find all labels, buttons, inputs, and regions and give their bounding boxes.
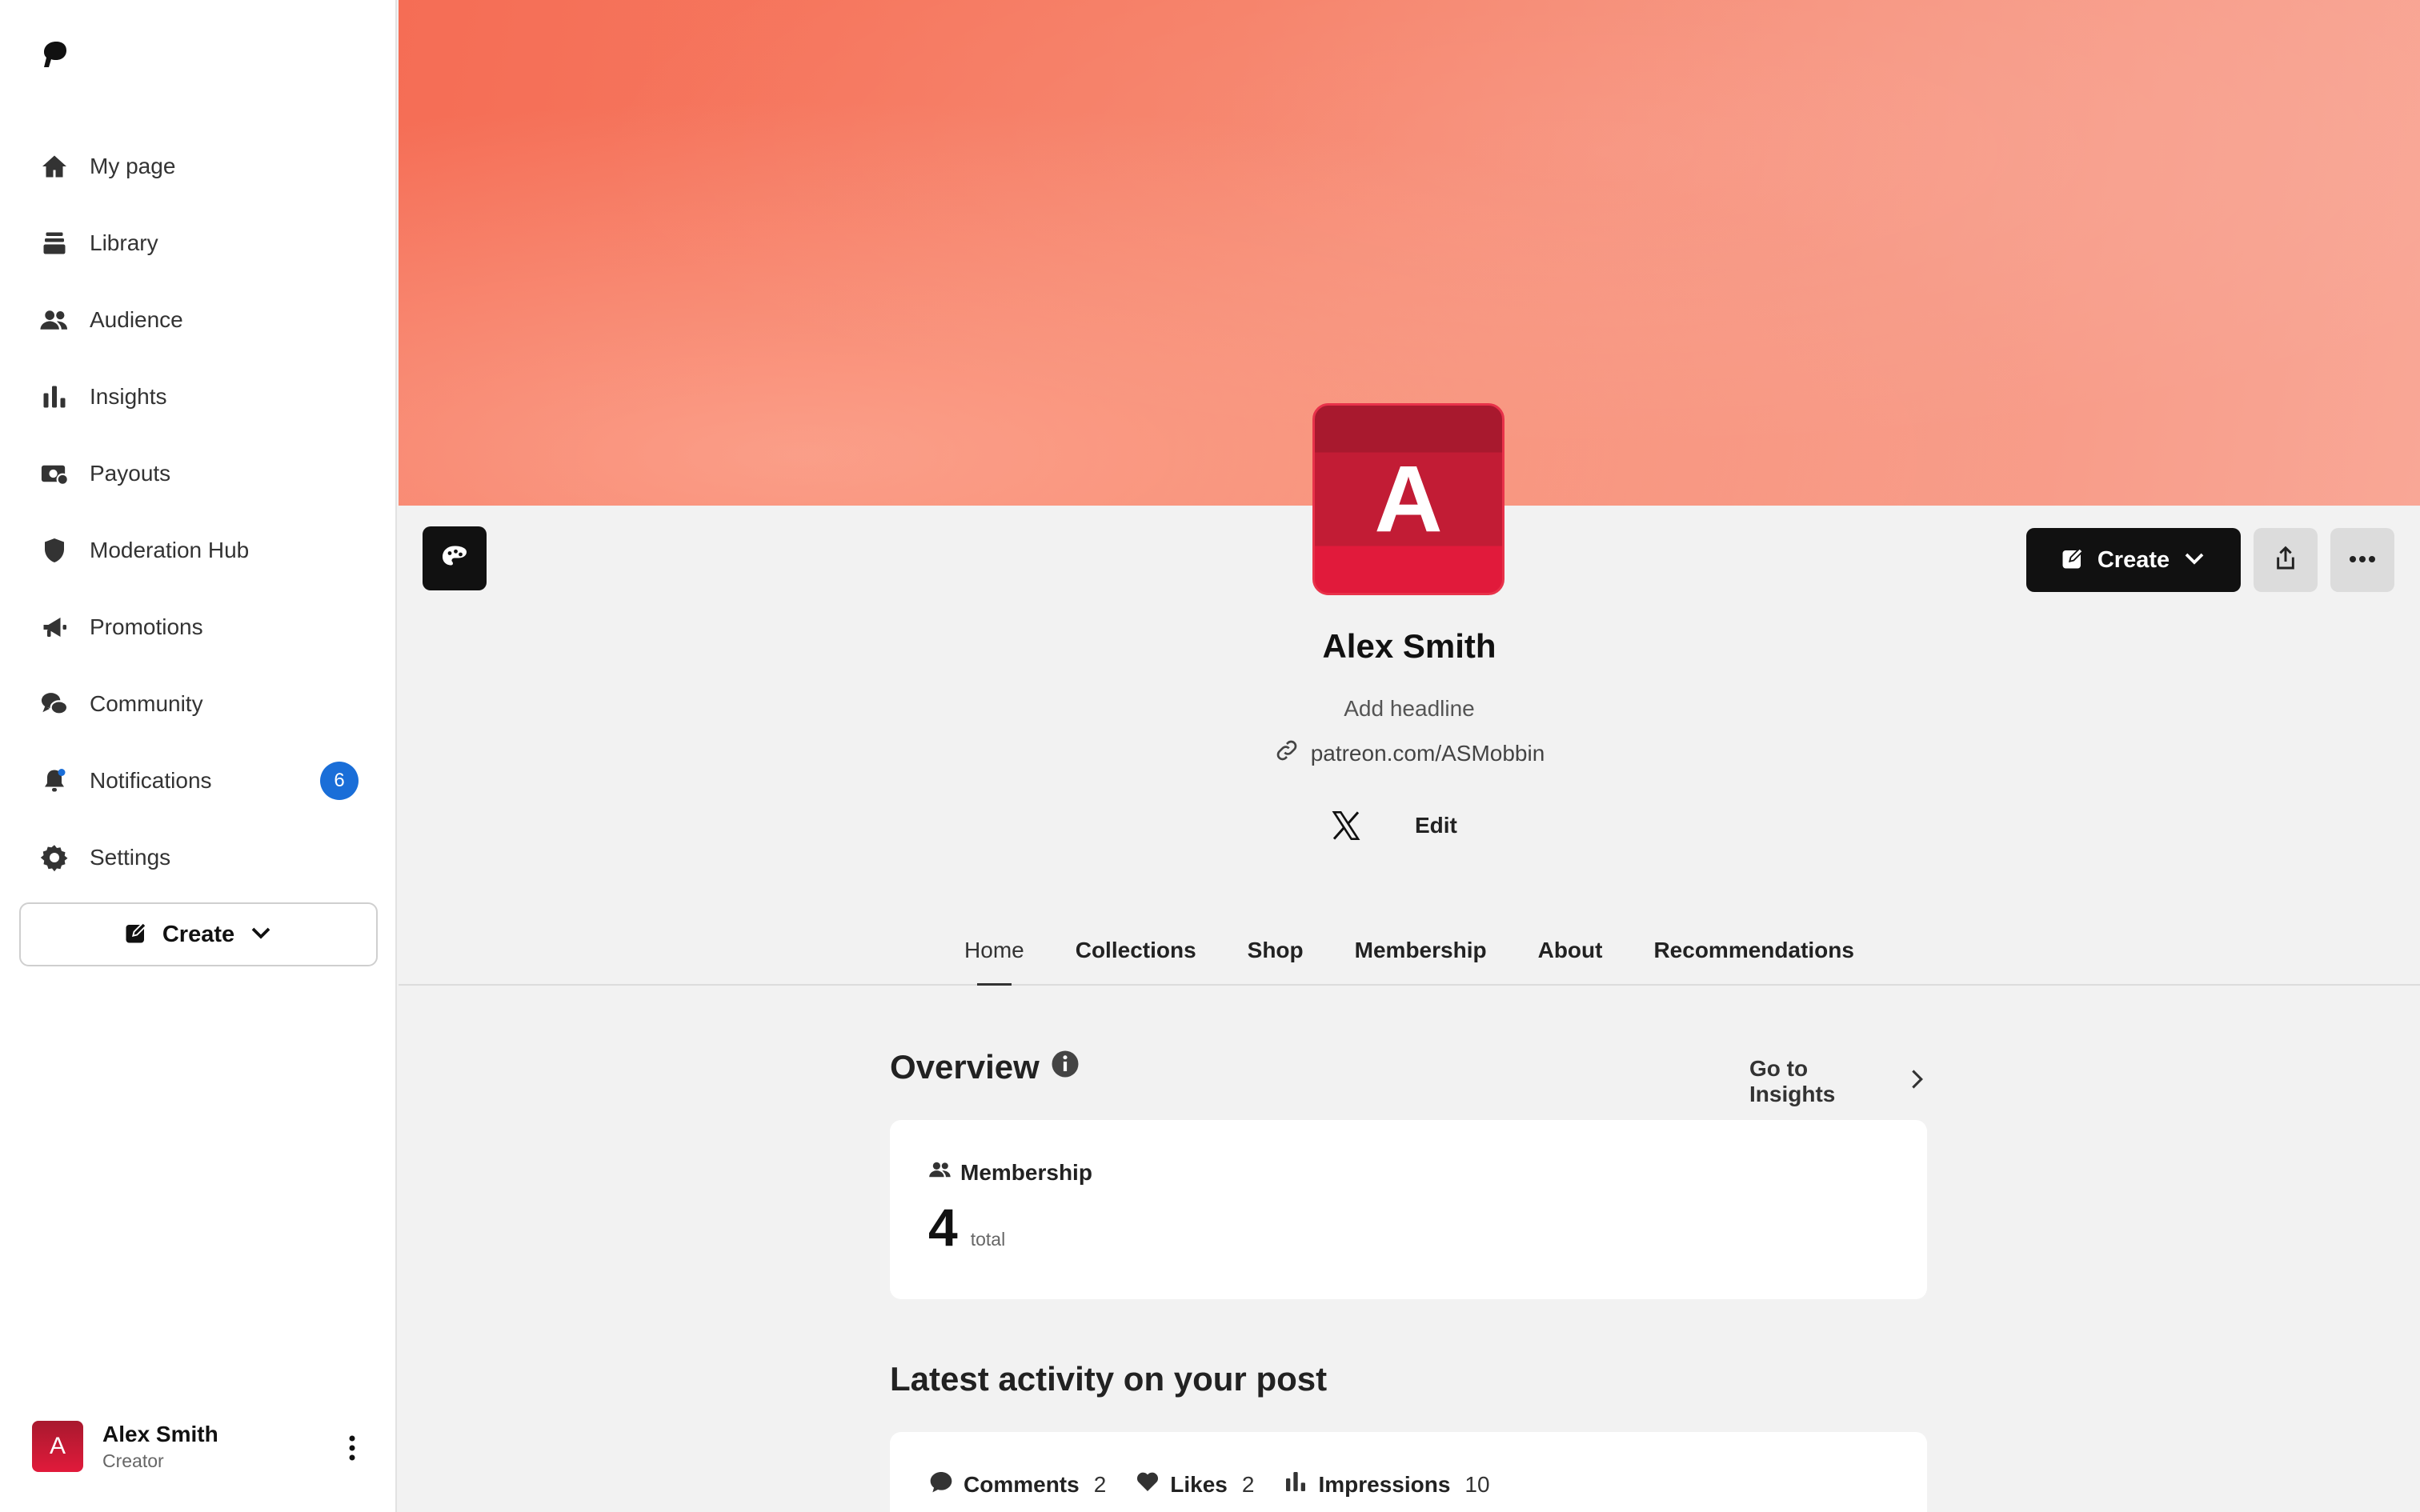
tab-collections[interactable]: Collections	[1076, 925, 1196, 984]
add-headline-link[interactable]: Add headline	[399, 696, 2420, 722]
profile-name: Alex Smith	[1322, 627, 1496, 665]
impressions-count: 10	[1464, 1471, 1490, 1497]
sidebar-item-insights[interactable]: Insights	[0, 358, 397, 435]
sidebar-item-label: Audience	[90, 307, 183, 332]
more-vertical-icon[interactable]	[336, 1432, 368, 1464]
compose-icon	[124, 921, 148, 949]
more-options-button[interactable]	[2330, 528, 2394, 592]
notification-count-badge: 6	[320, 762, 359, 800]
home-icon	[38, 150, 70, 182]
comments-label: Comments	[964, 1471, 1080, 1497]
chevron-down-icon	[2182, 546, 2206, 574]
patreon-logo-icon[interactable]	[38, 38, 70, 70]
user-name: Alex Smith	[102, 1421, 218, 1446]
membership-total: 4 total	[928, 1197, 1005, 1258]
profile-tabs: Home Collections Shop Membership About R…	[399, 925, 2420, 986]
latest-activity-card[interactable]: Comments 2 Likes 2 Impressions 10	[890, 1432, 1927, 1512]
bell-icon	[38, 765, 70, 797]
link-icon	[1274, 738, 1300, 769]
sidebar-item-settings[interactable]: Settings	[0, 819, 397, 896]
profile-url-link[interactable]: patreon.com/ASMobbin	[399, 738, 2420, 769]
theme-palette-button[interactable]	[423, 526, 487, 590]
info-icon[interactable]	[1051, 1048, 1080, 1086]
sidebar-item-label: Community	[90, 691, 203, 716]
user-role: Creator	[102, 1450, 164, 1471]
shield-icon	[38, 534, 70, 566]
sidebar-nav: My page Library Audience Insights Payout…	[0, 128, 397, 896]
comments-count: 2	[1093, 1471, 1107, 1497]
sidebar-item-promotions[interactable]: Promotions	[0, 589, 397, 666]
megaphone-icon	[38, 611, 70, 643]
membership-card-header: Membership	[928, 1158, 1092, 1186]
profile-url: patreon.com/ASMobbin	[1310, 740, 1545, 766]
overview-title: Overview	[890, 1048, 1040, 1086]
compose-icon	[2061, 546, 2085, 574]
avatar: A	[32, 1421, 83, 1472]
more-horizontal-icon	[2349, 553, 2376, 567]
create-label: Create	[2097, 546, 2170, 573]
overview-heading: Overview	[890, 1048, 1080, 1086]
comment-icon	[928, 1469, 954, 1500]
profile-avatar[interactable]: A	[1312, 403, 1504, 595]
audience-icon	[928, 1158, 952, 1186]
chevron-right-icon	[1908, 1068, 1925, 1096]
bar-chart-icon	[1283, 1469, 1308, 1500]
sidebar-item-label: My page	[90, 154, 176, 178]
impressions-label: Impressions	[1318, 1471, 1451, 1497]
likes-stat: Likes 2	[1135, 1469, 1254, 1500]
go-to-insights-label: Go to Insights	[1749, 1056, 1836, 1106]
sidebar-item-label: Moderation Hub	[90, 538, 250, 562]
likes-label: Likes	[1170, 1471, 1228, 1497]
bar-chart-icon	[38, 381, 70, 413]
main-content: A Create Alex Smith Add headline patreon…	[399, 0, 2420, 1512]
social-links: Edit	[1327, 806, 1457, 845]
sidebar-item-payouts[interactable]: Payouts	[0, 435, 397, 512]
share-button[interactable]	[2254, 528, 2318, 592]
sidebar-item-label: Insights	[90, 384, 167, 409]
sidebar-item-my-page[interactable]: My page	[0, 128, 397, 205]
library-icon	[38, 227, 70, 259]
sidebar-item-label: Library	[90, 230, 158, 255]
sidebar-item-label: Promotions	[90, 614, 203, 639]
palette-icon	[440, 542, 469, 575]
tab-home[interactable]: Home	[964, 925, 1024, 986]
gear-icon	[38, 842, 70, 874]
sidebar-item-label: Notifications	[90, 768, 212, 793]
latest-activity-heading: Latest activity on your post	[890, 1360, 1328, 1398]
share-icon	[2273, 546, 2298, 575]
sidebar: My page Library Audience Insights Payout…	[0, 0, 397, 1512]
sidebar-item-audience[interactable]: Audience	[0, 282, 397, 358]
membership-card: Membership 4 total	[890, 1120, 1927, 1299]
x-twitter-icon[interactable]	[1327, 806, 1365, 845]
chat-bubbles-icon	[38, 688, 70, 720]
membership-label: Membership	[960, 1159, 1092, 1185]
tab-membership[interactable]: Membership	[1355, 925, 1487, 984]
activity-stats: Comments 2 Likes 2 Impressions 10	[928, 1469, 1490, 1500]
create-button[interactable]: Create	[2026, 528, 2241, 592]
current-user[interactable]: A Alex Smith Creator	[32, 1418, 368, 1475]
sidebar-item-moderation-hub[interactable]: Moderation Hub	[0, 512, 397, 589]
sidebar-create-button[interactable]: Create	[19, 902, 378, 966]
sidebar-item-label: Settings	[90, 845, 171, 870]
sidebar-item-notifications[interactable]: Notifications 6	[0, 742, 397, 819]
tab-about[interactable]: About	[1538, 925, 1603, 984]
impressions-stat: Impressions 10	[1283, 1469, 1490, 1500]
tab-shop[interactable]: Shop	[1248, 925, 1304, 984]
sidebar-item-community[interactable]: Community	[0, 666, 397, 742]
chevron-down-icon	[249, 921, 273, 949]
likes-count: 2	[1241, 1471, 1255, 1497]
tab-recommendations[interactable]: Recommendations	[1653, 925, 1854, 984]
payouts-icon	[38, 458, 70, 490]
membership-unit: total	[970, 1229, 1006, 1250]
create-label: Create	[162, 921, 235, 947]
sidebar-item-label: Payouts	[90, 461, 171, 486]
audience-icon	[38, 304, 70, 336]
comments-stat: Comments 2	[928, 1469, 1106, 1500]
heart-icon	[1135, 1469, 1160, 1500]
sidebar-item-library[interactable]: Library	[0, 205, 397, 282]
go-to-insights-link[interactable]: Go to Insights	[1749, 1056, 1925, 1107]
membership-count: 4	[928, 1198, 958, 1257]
edit-social-links-button[interactable]: Edit	[1415, 813, 1457, 838]
user-info: Alex Smith Creator	[102, 1422, 218, 1472]
